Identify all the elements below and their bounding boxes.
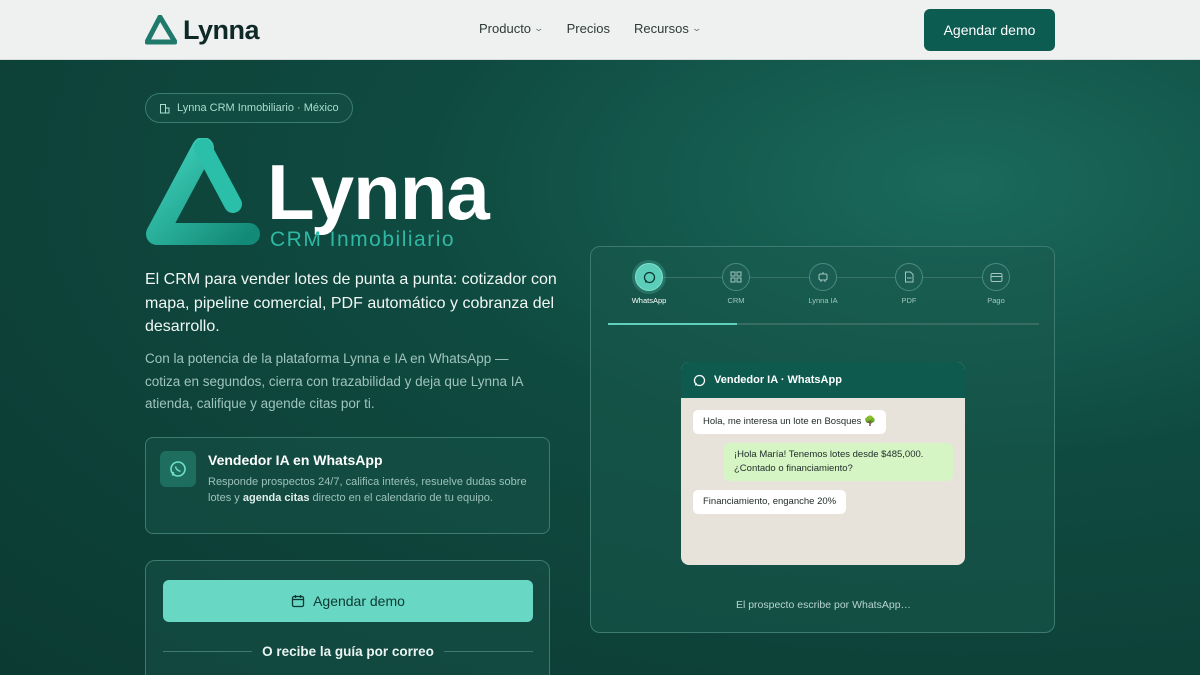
divider-line <box>443 650 533 652</box>
step-pdf[interactable]: PDF <box>879 263 939 305</box>
divider-line <box>163 650 253 652</box>
hero-logo: Lynna CRM Inmobiliario <box>145 138 505 258</box>
bot-icon <box>809 263 837 291</box>
nav-link-label: Precios <box>566 21 610 36</box>
step-label: WhatsApp <box>631 296 667 305</box>
nav-link-producto[interactable]: Producto ⌄ <box>479 21 545 36</box>
step-pago[interactable]: Pago <box>966 263 1026 305</box>
feature-description: Responde prospectos 24/7, califica inter… <box>208 474 543 506</box>
badge-label: Lynna CRM Inmobiliario · México <box>177 102 339 114</box>
feature-card-whatsapp: Vendedor IA en WhatsApp Responde prospec… <box>145 437 550 534</box>
lynna-logo-icon <box>146 138 260 245</box>
step-lynna-ia[interactable]: Lynna IA <box>793 263 853 305</box>
feature-desc-bold: agenda citas <box>242 492 310 504</box>
feature-desc-text: directo en el calendario de tu equipo. <box>309 492 493 504</box>
hero-lead-text: El CRM para vender lotes de punta a punt… <box>145 271 557 335</box>
chat-message-prospect: Financiamiento, enganche 20% <box>693 490 847 514</box>
location-badge: Lynna CRM Inmobiliario · México <box>145 93 353 123</box>
step-label: Pago <box>987 296 1005 305</box>
chevron-down-icon: ⌄ <box>691 23 702 33</box>
whatsapp-chat-preview: Vendedor IA · WhatsApp Hola, me interesa… <box>681 362 965 565</box>
cta-card: Agendar demo O recibe la guía por correo <box>145 560 550 675</box>
top-navbar: Lynna Producto ⌄ Precios Recursos ⌄ Agen… <box>0 0 1200 60</box>
feature-title: Vendedor IA en WhatsApp <box>208 452 383 468</box>
email-guide-text[interactable]: O recibe la guía por correo <box>262 644 434 659</box>
whatsapp-icon <box>160 451 196 487</box>
flow-caption: El prospecto escribe por WhatsApp… <box>735 599 912 611</box>
chat-message-prospect: Hola, me interesa un lote en Bosques 🌳 <box>693 410 886 434</box>
main-nav: Producto ⌄ Precios Recursos ⌄ <box>479 21 702 36</box>
nav-link-label: Recursos <box>633 21 689 36</box>
step-whatsapp[interactable]: WhatsApp <box>619 263 679 305</box>
schedule-demo-primary-button[interactable]: Agendar demo <box>163 580 533 622</box>
chat-title: Vendedor IA · WhatsApp <box>714 374 842 386</box>
cta-button-label: Agendar demo <box>313 593 405 609</box>
whatsapp-icon <box>693 374 706 386</box>
hero-logo-word: Lynna <box>267 148 490 236</box>
email-guide-divider: O recibe la guía por correo <box>163 641 533 661</box>
brand-logo[interactable]: Lynna <box>145 13 260 47</box>
brand-name: Lynna <box>183 14 260 45</box>
whatsapp-icon <box>635 263 663 291</box>
flow-progress-fill <box>608 323 738 325</box>
chevron-down-icon: ⌄ <box>533 23 545 33</box>
hero-sub-text: Con la potencia de la plataforma Lynna e… <box>145 351 523 411</box>
card-icon <box>982 263 1010 291</box>
nav-link-precios[interactable]: Precios <box>567 21 610 36</box>
lynna-logo-icon <box>145 15 177 45</box>
step-crm[interactable]: CRM <box>706 263 766 305</box>
chat-message-agent: ¡Hola María! Tenemos lotes desde $485,00… <box>724 443 953 481</box>
schedule-demo-button[interactable]: Agendar demo <box>924 9 1055 51</box>
hero-logo-subtitle: CRM Inmobiliario <box>270 228 456 251</box>
nav-link-recursos[interactable]: Recursos ⌄ <box>633 21 702 36</box>
nav-link-label: Producto <box>479 21 532 36</box>
step-label: CRM <box>727 296 745 305</box>
calendar-icon <box>291 595 305 608</box>
chat-header: Vendedor IA · WhatsApp <box>681 362 965 398</box>
step-label: PDF <box>901 296 917 305</box>
building-icon <box>160 103 170 113</box>
pdf-icon <box>895 263 923 291</box>
crm-icon <box>722 263 750 291</box>
flow-progress-bar <box>608 323 1039 325</box>
step-label: Lynna IA <box>808 296 838 305</box>
flow-demo-panel: WhatsApp CRM Lynna IA PDF Pago Vendedor … <box>590 246 1055 633</box>
